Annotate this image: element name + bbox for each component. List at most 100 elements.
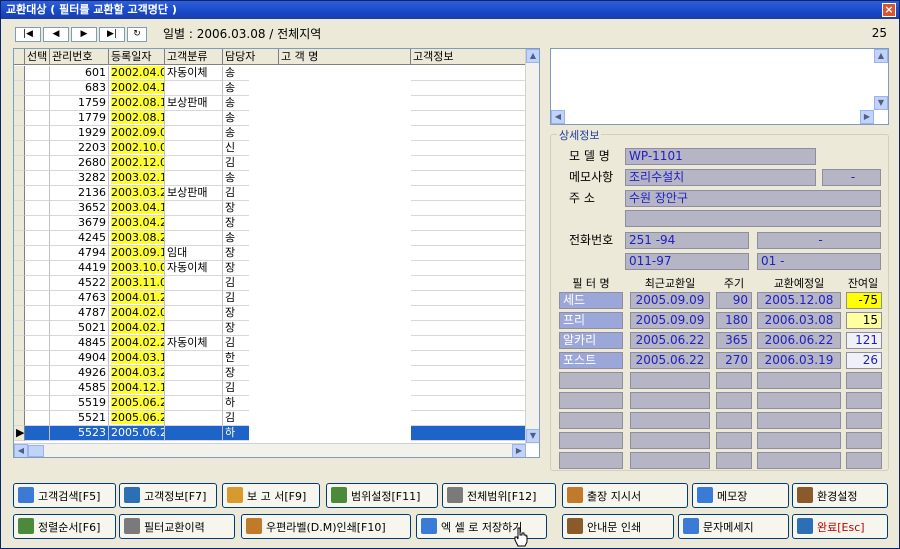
select-cell[interactable] (25, 396, 50, 411)
filter-planned-cell[interactable] (757, 432, 841, 449)
settings-button[interactable]: 환경설정 (792, 483, 888, 508)
row-indicator[interactable] (14, 396, 25, 411)
select-cell[interactable] (25, 171, 50, 186)
filter-remain-cell[interactable]: 121 (846, 332, 882, 349)
customer-grid[interactable]: 선택 관리번호 등록일자 고객분류 담당자 고 객 명 고객정보 601 2002… (13, 48, 540, 458)
nav-next-button[interactable]: ▶ (71, 27, 97, 42)
filter-remain-cell[interactable] (846, 372, 882, 389)
row-indicator[interactable] (14, 246, 25, 261)
row-indicator[interactable]: ▶ (14, 426, 25, 441)
filter-recent-cell[interactable] (630, 372, 710, 389)
filter-recent-cell[interactable]: 2005.06.22 (630, 352, 710, 369)
memo-extra-field[interactable]: - (822, 169, 881, 186)
row-indicator[interactable] (14, 321, 25, 336)
header-num[interactable]: 관리번호 (50, 49, 109, 65)
address-field[interactable]: 수원 장안구 (625, 190, 881, 207)
row-indicator[interactable] (14, 156, 25, 171)
address-field-2[interactable] (625, 210, 881, 227)
row-indicator[interactable] (14, 411, 25, 426)
row-indicator[interactable] (14, 216, 25, 231)
header-select[interactable]: 선택 (25, 49, 50, 65)
filter-planned-cell[interactable]: 2006.06.22 (757, 332, 841, 349)
exit-button[interactable]: 완료[Esc] (792, 514, 888, 539)
report-button[interactable]: 보 고 서[F9] (222, 483, 320, 508)
filter-remain-cell[interactable]: 26 (846, 352, 882, 369)
filter-planned-cell[interactable] (757, 392, 841, 409)
filter-cycle-cell[interactable]: 90 (716, 292, 752, 309)
phone-field-2[interactable]: - (757, 232, 881, 249)
row-indicator[interactable] (14, 201, 25, 216)
mail-label-button[interactable]: 우편라벨(D.M)인쇄[F10] (241, 514, 411, 539)
row-indicator[interactable] (14, 306, 25, 321)
select-cell[interactable] (25, 201, 50, 216)
filter-planned-cell[interactable] (757, 372, 841, 389)
filter-remain-cell[interactable] (846, 412, 882, 429)
filter-name-cell[interactable] (559, 412, 623, 429)
filter-cycle-cell[interactable] (716, 412, 752, 429)
filter-planned-cell[interactable] (757, 452, 841, 469)
filter-planned-cell[interactable] (757, 412, 841, 429)
filter-remain-cell[interactable] (846, 452, 882, 469)
nav-last-button[interactable]: ▶| (99, 27, 125, 42)
select-cell[interactable] (25, 96, 50, 111)
filter-remain-cell[interactable]: 15 (846, 312, 882, 329)
filter-cycle-cell[interactable] (716, 432, 752, 449)
filter-name-cell[interactable]: 포스트 (559, 352, 623, 369)
filter-recent-cell[interactable] (630, 392, 710, 409)
memo-box[interactable]: ▲ ▼ ◀ ▶ (550, 48, 889, 125)
refresh-button[interactable]: ↻ (127, 27, 147, 42)
header-date[interactable]: 등록일자 (109, 49, 165, 65)
filter-recent-cell[interactable] (630, 432, 710, 449)
row-indicator[interactable] (14, 231, 25, 246)
select-cell[interactable] (25, 426, 50, 441)
scroll-thumb[interactable] (28, 445, 44, 457)
printer-button[interactable]: 안내문 인쇄 (562, 514, 674, 539)
row-indicator[interactable] (14, 261, 25, 276)
filter-remain-cell[interactable] (846, 432, 882, 449)
select-cell[interactable] (25, 291, 50, 306)
filter-name-cell[interactable] (559, 372, 623, 389)
header-mgr[interactable]: 담당자 (223, 49, 279, 65)
model-field[interactable]: WP-1101 (625, 148, 816, 165)
select-cell[interactable] (25, 411, 50, 426)
filter-cycle-cell[interactable]: 365 (716, 332, 752, 349)
memo-scroll-left-icon[interactable]: ◀ (551, 110, 565, 124)
scroll-down-icon[interactable]: ▼ (526, 429, 539, 443)
row-indicator[interactable] (14, 126, 25, 141)
select-cell[interactable] (25, 81, 50, 96)
memo-scroll-up-icon[interactable]: ▲ (874, 49, 888, 63)
horizontal-scrollbar[interactable]: ◀ ▶ (14, 443, 526, 457)
filter-remain-cell[interactable] (846, 392, 882, 409)
select-cell[interactable] (25, 306, 50, 321)
phone-field-3[interactable]: 011-97 (625, 253, 749, 270)
select-cell[interactable] (25, 381, 50, 396)
memo-scroll-down-icon[interactable]: ▼ (874, 96, 888, 110)
filter-name-cell[interactable] (559, 392, 623, 409)
sms-button[interactable]: 문자메세지 (678, 514, 789, 539)
history-button[interactable]: 필터교환이력 (119, 514, 235, 539)
filter-cycle-cell[interactable] (716, 372, 752, 389)
select-cell[interactable] (25, 231, 50, 246)
filter-name-cell[interactable]: 알카리 (559, 332, 623, 349)
nav-prev-button[interactable]: ◀ (43, 27, 69, 42)
row-indicator[interactable] (14, 141, 25, 156)
select-cell[interactable] (25, 246, 50, 261)
memo-field[interactable]: 조리수설치 (625, 169, 816, 186)
header-type[interactable]: 고객분류 (165, 49, 223, 65)
customer-card-button[interactable]: 고객정보[F7] (119, 483, 217, 508)
header-name[interactable]: 고 객 명 (279, 49, 411, 65)
dispatch-button[interactable]: 출장 지시서 (562, 483, 688, 508)
close-button[interactable]: × (882, 3, 896, 17)
filter-cycle-cell[interactable]: 270 (716, 352, 752, 369)
filter-planned-cell[interactable]: 2006.03.19 (757, 352, 841, 369)
memo-scroll-right-icon[interactable]: ▶ (860, 110, 874, 124)
row-indicator[interactable] (14, 336, 25, 351)
select-cell[interactable] (25, 216, 50, 231)
select-cell[interactable] (25, 186, 50, 201)
row-indicator[interactable] (14, 66, 25, 81)
nav-first-button[interactable]: |◀ (15, 27, 41, 42)
notepad-button[interactable]: 메모장 (692, 483, 789, 508)
select-cell[interactable] (25, 336, 50, 351)
select-cell[interactable] (25, 141, 50, 156)
select-cell[interactable] (25, 156, 50, 171)
